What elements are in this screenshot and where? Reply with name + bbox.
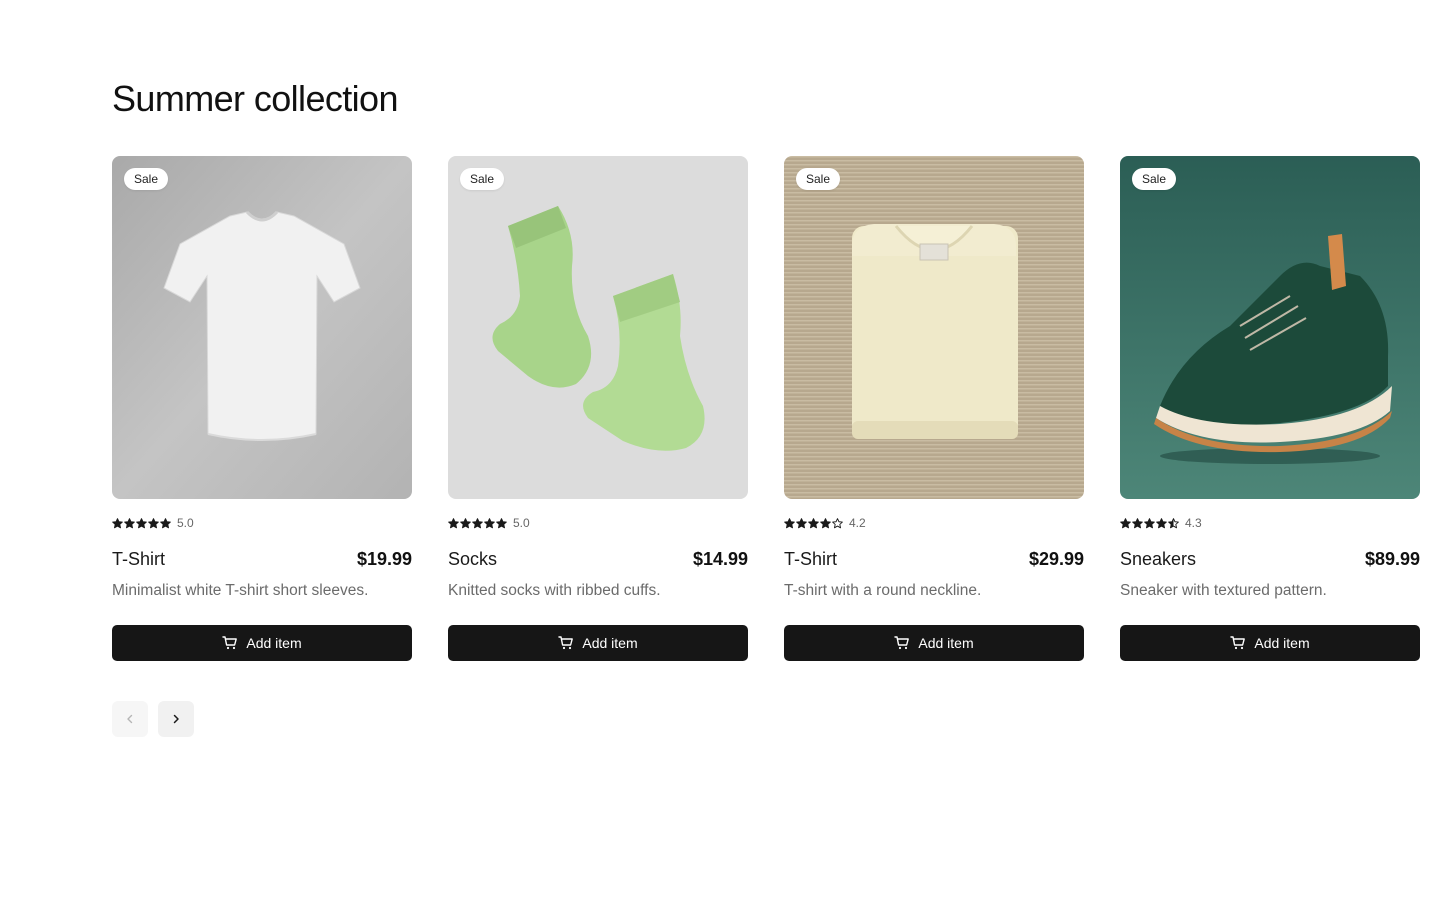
star-full-icon <box>472 517 483 528</box>
star-rating <box>448 517 507 529</box>
product-header: Sneakers $89.99 <box>1120 549 1420 570</box>
star-full-icon <box>820 517 831 528</box>
star-rating <box>1120 517 1179 529</box>
product-grid: Sale 5.0 T-Shirt $19.99 Minimalist white… <box>112 156 1420 661</box>
rating: 4.2 <box>784 516 1084 530</box>
star-full-icon <box>808 517 819 528</box>
star-full-icon <box>796 517 807 528</box>
white-tshirt-image <box>112 156 412 499</box>
add-item-label: Add item <box>582 635 638 651</box>
star-full-icon <box>124 517 135 528</box>
rating-value: 5.0 <box>513 516 530 530</box>
star-rating <box>784 517 843 529</box>
product-card: Sale 5.0 Socks $14.99 Knitted socks with… <box>448 156 748 661</box>
star-full-icon <box>448 517 459 528</box>
product-price: $29.99 <box>1028 549 1084 569</box>
sale-badge: Sale <box>796 168 841 190</box>
product-name[interactable]: Socks <box>448 549 497 570</box>
star-half-icon <box>1168 517 1179 528</box>
product-description: T-shirt with a round neckline. <box>784 582 982 599</box>
star-full-icon <box>496 517 507 528</box>
page-title: Summer collection <box>112 78 399 119</box>
add-item-button[interactable]: Add item <box>1120 625 1420 661</box>
product-header: T-Shirt $29.99 <box>784 549 1084 570</box>
product-description: Minimalist white T-shirt short sleeves. <box>112 582 369 599</box>
star-full-icon <box>1120 517 1131 528</box>
product-name[interactable]: T-Shirt <box>784 549 837 570</box>
rating: 5.0 <box>448 516 748 530</box>
star-full-icon <box>112 517 123 528</box>
product-name[interactable]: Sneakers <box>1120 549 1196 570</box>
star-full-icon <box>484 517 495 528</box>
add-item-label: Add item <box>246 635 302 651</box>
rating-value: 4.3 <box>1185 516 1202 530</box>
star-full-icon <box>1132 517 1143 528</box>
next-button[interactable] <box>158 701 194 737</box>
product-image[interactable]: Sale <box>1120 156 1420 499</box>
star-full-icon <box>160 517 171 528</box>
rating-value: 5.0 <box>177 516 194 530</box>
green-socks-image <box>448 156 748 499</box>
product-page: Summer collection Sale 5.0 T-Shirt $19.9… <box>0 0 1440 900</box>
sale-badge: Sale <box>460 168 505 190</box>
product-image[interactable]: Sale <box>784 156 1084 499</box>
star-full-icon <box>136 517 147 528</box>
product-card: Sale 4.2 T-Shirt $29.99 T-shirt with a r… <box>784 156 1084 661</box>
star-full-icon <box>1156 517 1167 528</box>
star-empty-icon <box>832 517 843 528</box>
star-full-icon <box>460 517 471 528</box>
rating: 4.3 <box>1120 516 1420 530</box>
star-full-icon <box>148 517 159 528</box>
product-description: Knitted socks with ribbed cuffs. <box>448 582 661 599</box>
product-image[interactable]: Sale <box>448 156 748 499</box>
add-item-label: Add item <box>1254 635 1310 651</box>
product-name[interactable]: T-Shirt <box>112 549 165 570</box>
chevron-left-icon <box>127 714 133 724</box>
product-card: Sale 4.3 Sneakers $89.99 Sneaker with te… <box>1120 156 1420 661</box>
cart-icon <box>894 636 910 650</box>
folded-cream-tshirt-image <box>784 156 1084 499</box>
product-description: Sneaker with textured pattern. <box>1120 582 1327 599</box>
previous-button[interactable] <box>112 701 148 737</box>
product-price: $19.99 <box>356 549 412 569</box>
cart-icon <box>558 636 574 650</box>
chevron-right-icon <box>173 714 179 724</box>
sale-badge: Sale <box>1132 168 1177 190</box>
product-price: $14.99 <box>692 549 748 569</box>
sale-badge: Sale <box>124 168 169 190</box>
carousel-pagination <box>112 701 194 737</box>
add-item-button[interactable]: Add item <box>112 625 412 661</box>
green-sneaker-image <box>1120 156 1420 499</box>
product-image[interactable]: Sale <box>112 156 412 499</box>
product-card: Sale 5.0 T-Shirt $19.99 Minimalist white… <box>112 156 412 661</box>
star-rating <box>112 517 171 529</box>
rating: 5.0 <box>112 516 412 530</box>
add-item-button[interactable]: Add item <box>448 625 748 661</box>
cart-icon <box>222 636 238 650</box>
add-item-label: Add item <box>918 635 974 651</box>
rating-value: 4.2 <box>849 516 866 530</box>
product-price: $89.99 <box>1364 549 1420 569</box>
add-item-button[interactable]: Add item <box>784 625 1084 661</box>
product-header: Socks $14.99 <box>448 549 748 570</box>
star-full-icon <box>784 517 795 528</box>
product-header: T-Shirt $19.99 <box>112 549 412 570</box>
cart-icon <box>1230 636 1246 650</box>
star-full-icon <box>1144 517 1155 528</box>
